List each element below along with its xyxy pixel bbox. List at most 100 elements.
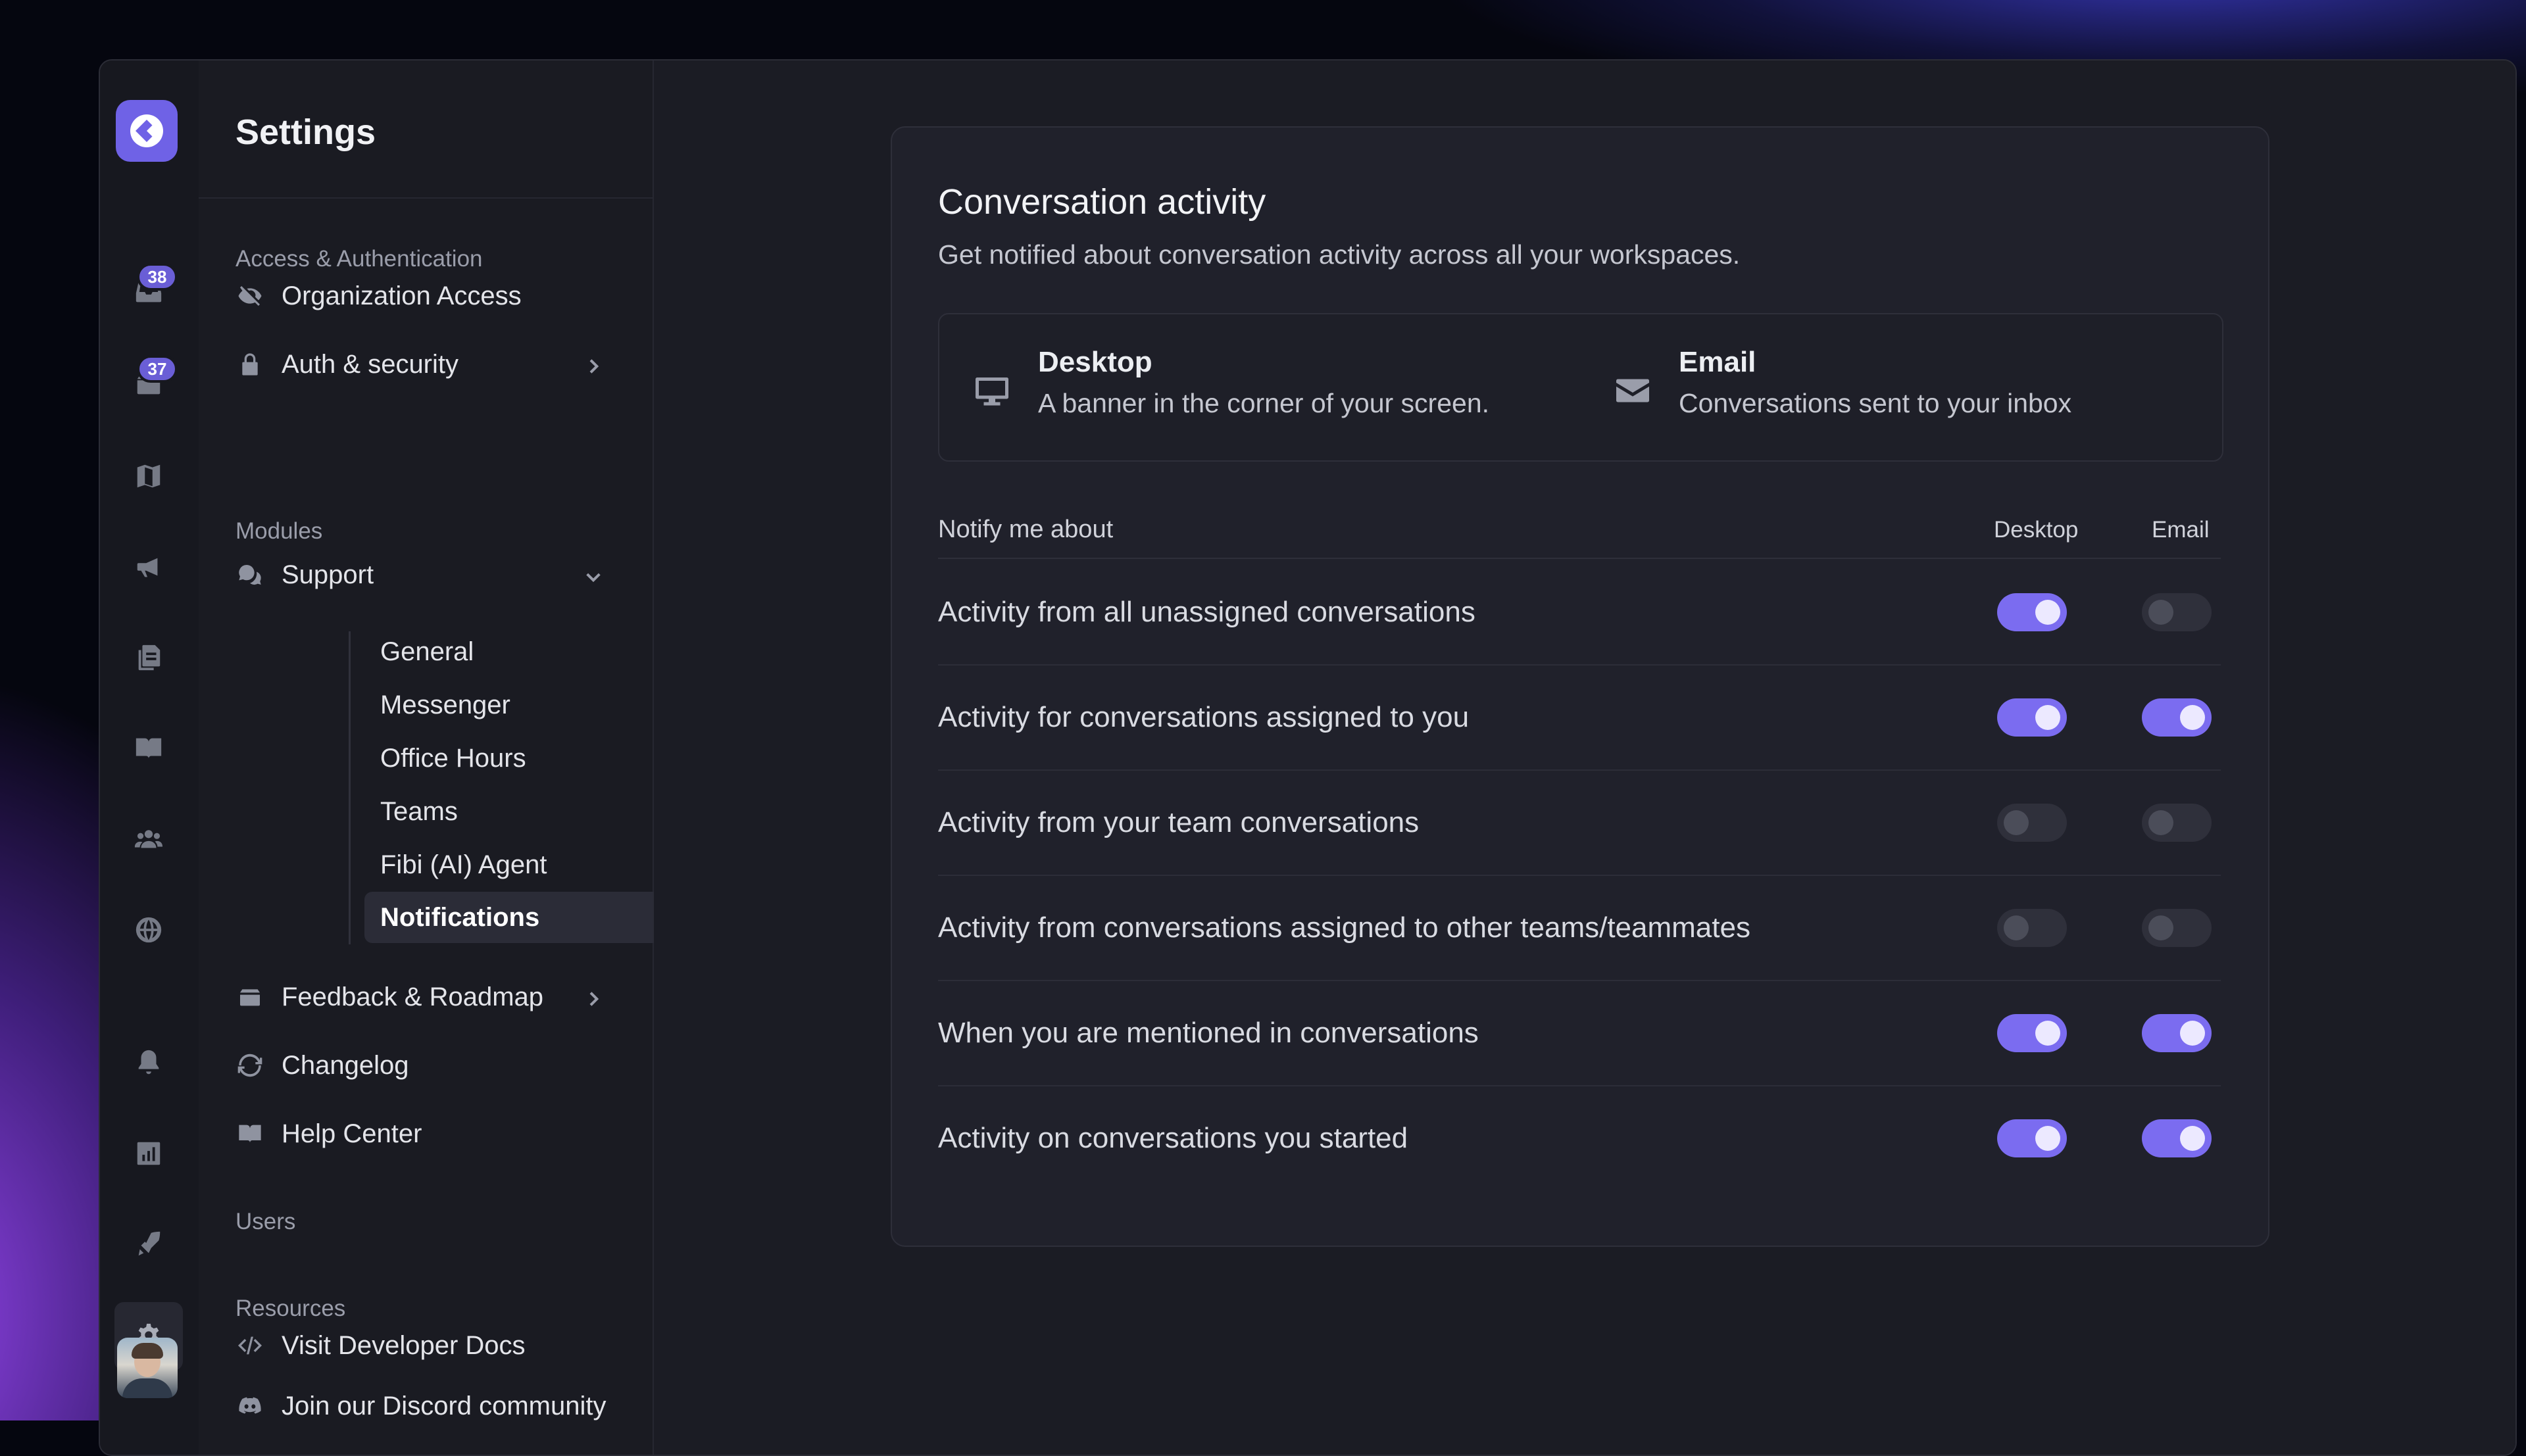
megaphone-icon [137,558,158,577]
user-avatar[interactable] [117,1338,178,1398]
section-resources: Resources [235,1296,346,1321]
rail-globe[interactable] [114,896,183,964]
notification-label: Activity from conversations assigned to … [938,911,1750,944]
logo-icon [130,114,163,147]
nav-changelog[interactable]: Changelog [235,1039,617,1092]
table-header: Notify me about Desktop Email [938,512,2221,559]
column-header-desktop: Desktop [1994,517,2079,543]
channel-name: Email [1679,346,1756,378]
card-description: Get notified about conversation activity… [938,239,1741,270]
icon-rail: 38 37 [100,61,200,1455]
link-discord[interactable]: Join our Discord community [235,1380,617,1432]
bar-chart-icon [137,1142,161,1165]
lock-icon [235,350,264,379]
toggle-knob [2004,810,2029,835]
rail-help-center[interactable] [114,714,183,783]
documents-icon [138,644,161,671]
code-icon [235,1331,264,1360]
rail-roadmap[interactable] [114,442,183,510]
nav-label: Feedback & Roadmap [282,982,544,1011]
toggle-knob [2035,1021,2060,1046]
toggle-knob [2148,915,2173,940]
book-open-icon [235,1119,264,1148]
nav-label: Visit Developer Docs [282,1330,526,1360]
chevron-right-icon [583,354,604,375]
notification-label: Activity from your team conversations [938,806,1420,838]
notification-label: Activity for conversations assigned to y… [938,701,1470,733]
eye-off-icon [235,281,264,310]
inbox-count-badge: 38 [137,263,178,291]
email-toggle[interactable] [2142,593,2212,631]
rail-tickets[interactable]: 37 [114,350,183,418]
channels-legend: Desktop A banner in the corner of your s… [938,313,2223,462]
notification-row: Activity on conversations you started [938,1085,2221,1190]
refresh-icon [235,1051,264,1080]
channel-description: A banner in the corner of your screen. [1038,388,1490,418]
nav-label: Organization Access [282,281,522,310]
toggle-knob [2180,1126,2205,1151]
app-logo[interactable] [116,100,178,162]
rail-users[interactable] [114,805,183,873]
page-title: Settings [235,112,376,152]
toggle-knob [2004,915,2029,940]
notification-row: Activity from all unassigned conversatio… [938,559,2221,666]
rail-inbox[interactable]: 38 [114,258,183,326]
chevron-down-icon [583,564,604,585]
rail-notifications[interactable] [114,1029,183,1097]
email-toggle[interactable] [2142,698,2212,737]
toggle-knob [2180,705,2205,730]
desktop-toggle[interactable] [1997,1119,2067,1157]
envelope-icon [1613,371,1652,410]
nav-label: Changelog [282,1050,409,1080]
avatar-body [122,1378,172,1398]
section-users: Users [235,1209,296,1234]
link-developer-docs[interactable]: Visit Developer Docs [235,1319,617,1372]
submenu-guide-line [349,631,351,944]
email-toggle[interactable] [2142,909,2212,947]
toggle-knob [2148,600,2173,625]
nav-help-center[interactable]: Help Center [235,1107,617,1160]
rail-announcements[interactable] [114,533,183,601]
discord-icon [235,1392,264,1420]
notification-label: Activity from all unassigned conversatio… [938,596,1475,628]
nav-organization-access[interactable]: Organization Access [235,270,617,322]
notification-row: Activity for conversations assigned to y… [938,664,2221,771]
nav-label: Help Center [282,1119,422,1148]
channel-description: Conversations sent to your inbox [1679,388,2072,418]
notification-row: When you are mentioned in conversations [938,980,2221,1086]
nav-support[interactable]: Support [235,548,617,601]
nav-auth-security[interactable]: Auth & security [235,338,617,391]
section-access-authentication: Access & Authentication [235,246,483,272]
nav-feedback-roadmap[interactable]: Feedback & Roadmap [235,971,617,1023]
rail-analytics[interactable] [114,1119,183,1188]
monitor-icon [972,371,1012,410]
desktop-toggle[interactable] [1997,593,2067,631]
card-title: Conversation activity [938,182,1266,222]
toggle-knob [2148,810,2173,835]
notification-label: Activity on conversations you started [938,1122,1408,1154]
rocket-icon [138,1231,161,1256]
notification-label: When you are mentioned in conversations [938,1017,1479,1049]
app-window: 38 37 Settings Access & Authentication O… [99,59,2517,1456]
desktop-toggle[interactable] [1997,804,2067,842]
desktop-toggle[interactable] [1997,909,2067,947]
toggle-knob [2035,600,2060,625]
toggle-knob [2180,1021,2205,1046]
rail-launch[interactable] [114,1210,183,1278]
book-open-icon [136,738,162,759]
conversation-activity-card: Conversation activity Get notified about… [891,126,2269,1247]
desktop-toggle[interactable] [1997,1014,2067,1052]
toggle-knob [2035,705,2060,730]
email-toggle[interactable] [2142,1014,2212,1052]
nav-label: Join our Discord community [282,1391,607,1420]
rail-changelog[interactable] [114,623,183,692]
tickets-count-badge: 37 [137,355,178,383]
email-toggle[interactable] [2142,804,2212,842]
section-modules: Modules [235,518,323,544]
nav-label: Auth & security [282,349,459,379]
desktop-toggle[interactable] [1997,698,2067,737]
column-header-email: Email [2152,517,2210,543]
chat-bubbles-icon [235,560,264,589]
main-content: Conversation activity Get notified about… [654,61,2515,1455]
email-toggle[interactable] [2142,1119,2212,1157]
